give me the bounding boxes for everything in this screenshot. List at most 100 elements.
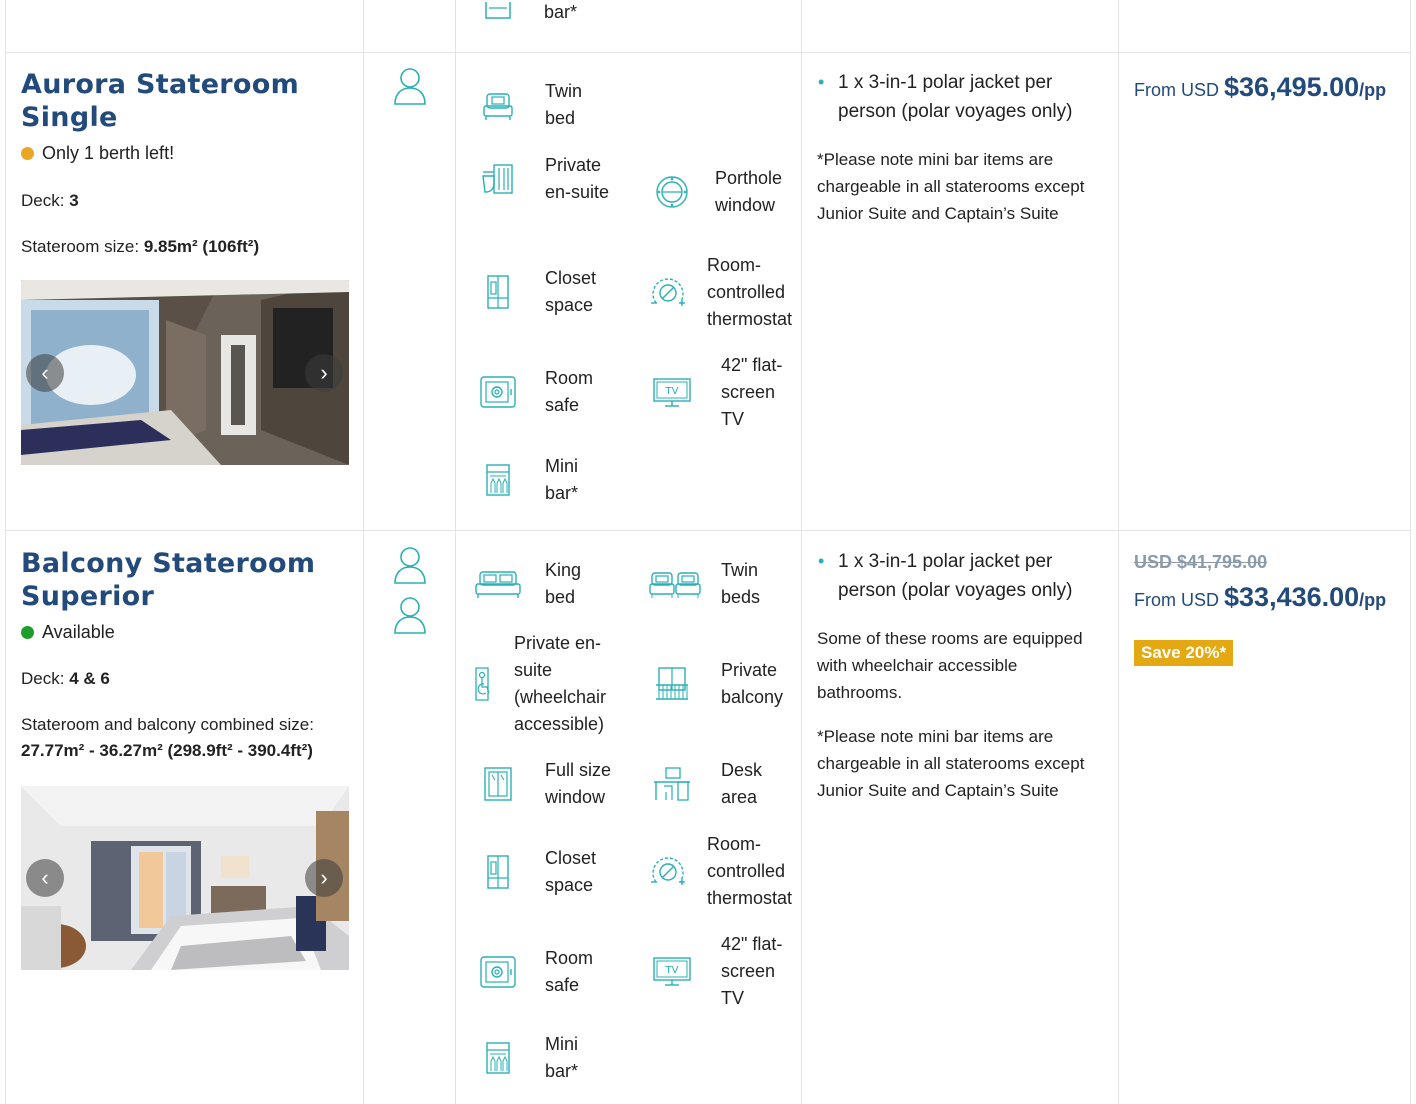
private-ensuite-icon [478, 159, 518, 199]
feature-thermostat: Room-controlled thermostat [648, 831, 802, 912]
feature-twin-bed: Twin bed [478, 78, 615, 132]
king-bed-icon [474, 564, 522, 604]
feature-closet: Closet space [478, 845, 615, 899]
svg-text:TV: TV [665, 965, 679, 976]
title-line: Aurora Stateroom [21, 69, 300, 100]
deck-label: Deck: [21, 191, 65, 210]
guest-count [392, 67, 428, 112]
chevron-right-icon: › [320, 359, 328, 385]
feature-label: Mini bar* [545, 456, 579, 503]
note-text: *Please note mini bar items are chargeab… [817, 727, 1085, 800]
stateroom-title[interactable]: Aurora Stateroom Single [21, 68, 341, 134]
stateroom-title[interactable]: Balcony Stateroom Superior [21, 547, 341, 613]
title-line: Single [21, 102, 118, 133]
price-block: From USD $36,495.00/pp [1134, 72, 1386, 103]
carousel-prev-button[interactable]: ‹ [26, 859, 64, 897]
tv-icon: TV [652, 952, 692, 992]
feature-label: Desk area [721, 760, 763, 807]
status-dot-icon [21, 626, 34, 639]
deck-label: Deck: [21, 669, 65, 688]
guest-count [392, 546, 428, 636]
twin-beds-icon [648, 564, 702, 604]
size-label: Stateroom size: [21, 237, 140, 256]
chevron-left-icon: ‹ [41, 865, 49, 890]
feature-label: Full size window [545, 760, 612, 807]
price-prefix: From USD [1134, 590, 1219, 610]
row-divider [6, 52, 1410, 53]
room-safe-icon [478, 372, 518, 412]
title-line: Superior [21, 581, 155, 612]
wheelchair-ensuite-icon [470, 664, 494, 704]
room-safe-icon [478, 952, 518, 992]
feature-mini-bar: Mini bar* [478, 453, 615, 507]
carousel-next-button[interactable]: › [305, 859, 343, 897]
mini-bar-icon [478, 1038, 518, 1078]
svg-text:TV: TV [665, 386, 679, 397]
size-value: 27.77m² - 36.27m² (298.9ft² - 390.4ft²) [21, 741, 313, 760]
title-line: Balcony Stateroom [21, 548, 316, 579]
row-divider [6, 530, 1410, 531]
save-badge: Save 20%* [1134, 640, 1234, 666]
deck-value: 4 & 6 [69, 669, 110, 688]
price-prefix: From USD [1134, 80, 1219, 100]
feature-label: Room-controlled thermostat [707, 255, 793, 329]
feature-wheelchair-ensuite: Private en-suite (wheelchair accessible) [470, 630, 619, 738]
size-info: Stateroom and balcony combined size: 27.… [21, 712, 356, 764]
closet-icon [478, 272, 518, 312]
feature-tv: TV 42" flat-screen TV [652, 931, 791, 1012]
mini-bar-icon [478, 0, 518, 32]
closet-icon [478, 852, 518, 892]
included-item: 1 x 3-in-1 polar jacket per person (pola… [818, 547, 1098, 605]
note-text: Some of these rooms are equipped with wh… [817, 629, 1083, 702]
feature-mini-bar-partial: bar* [478, 0, 577, 32]
feature-private-ensuite: Private en-suite [478, 152, 615, 206]
feature-label: Private balcony [721, 660, 784, 707]
size-info: Stateroom size: 9.85m² (106ft²) [21, 234, 259, 260]
size-label: Stateroom and balcony combined size: [21, 715, 314, 734]
price-amount: $33,436.00 [1224, 582, 1360, 612]
feature-twin-beds: Twin beds [648, 557, 791, 611]
feature-label: Room-controlled thermostat [707, 834, 793, 908]
original-price: USD $41,795.00 [1134, 552, 1268, 572]
stateroom-photo [21, 280, 349, 465]
feature-label: Room safe [545, 368, 594, 415]
porthole-window-icon [652, 172, 692, 212]
carousel-next-button[interactable]: › [305, 353, 343, 392]
twin-bed-icon [478, 85, 518, 125]
price-amount: $36,495.00 [1224, 72, 1360, 102]
status-text: Available [42, 622, 115, 642]
feature-mini-bar: Mini bar* [478, 1031, 615, 1085]
carousel-prev-button[interactable]: ‹ [26, 353, 64, 392]
feature-label: Mini bar* [545, 1034, 579, 1081]
feature-label: Closet space [545, 268, 597, 315]
column-divider [363, 0, 364, 1104]
status-dot-icon [21, 147, 34, 160]
size-value: 9.85m² (106ft²) [143, 237, 260, 256]
included-item: 1 x 3-in-1 polar jacket per person (pola… [818, 68, 1098, 126]
feature-label: Porthole window [715, 168, 783, 215]
feature-label: Twin bed [545, 81, 583, 128]
feature-label: 42" flat-screen TV [721, 934, 783, 1008]
thermostat-icon [648, 273, 688, 313]
stateroom-photo-carousel[interactable]: ‹ › [21, 280, 349, 465]
stateroom-photo-carousel[interactable]: ‹ › [21, 786, 349, 970]
feature-label: Room safe [545, 948, 594, 995]
balcony-icon [652, 664, 692, 704]
column-divider [801, 0, 802, 1104]
status-text: Only 1 berth left! [42, 143, 175, 163]
feature-label: Private en-suite (wheelchair accessible) [514, 633, 607, 734]
availability-status: Available [21, 622, 115, 643]
window-icon [478, 764, 518, 804]
deck-value: 3 [69, 191, 79, 210]
feature-label: Twin beds [721, 560, 761, 607]
column-divider [1118, 0, 1119, 1104]
feature-porthole-window: Porthole window [652, 165, 795, 219]
mini-bar-icon [478, 460, 518, 500]
person-icon [394, 547, 426, 584]
tv-icon: TV [652, 373, 692, 413]
feature-room-safe: Room safe [478, 365, 615, 419]
feature-label: King bed [545, 560, 582, 607]
feature-label: 42" flat-screen TV [721, 355, 783, 429]
feature-tv: TV 42" flat-screen TV [652, 352, 791, 433]
feature-thermostat: Room-controlled thermostat [648, 252, 802, 333]
